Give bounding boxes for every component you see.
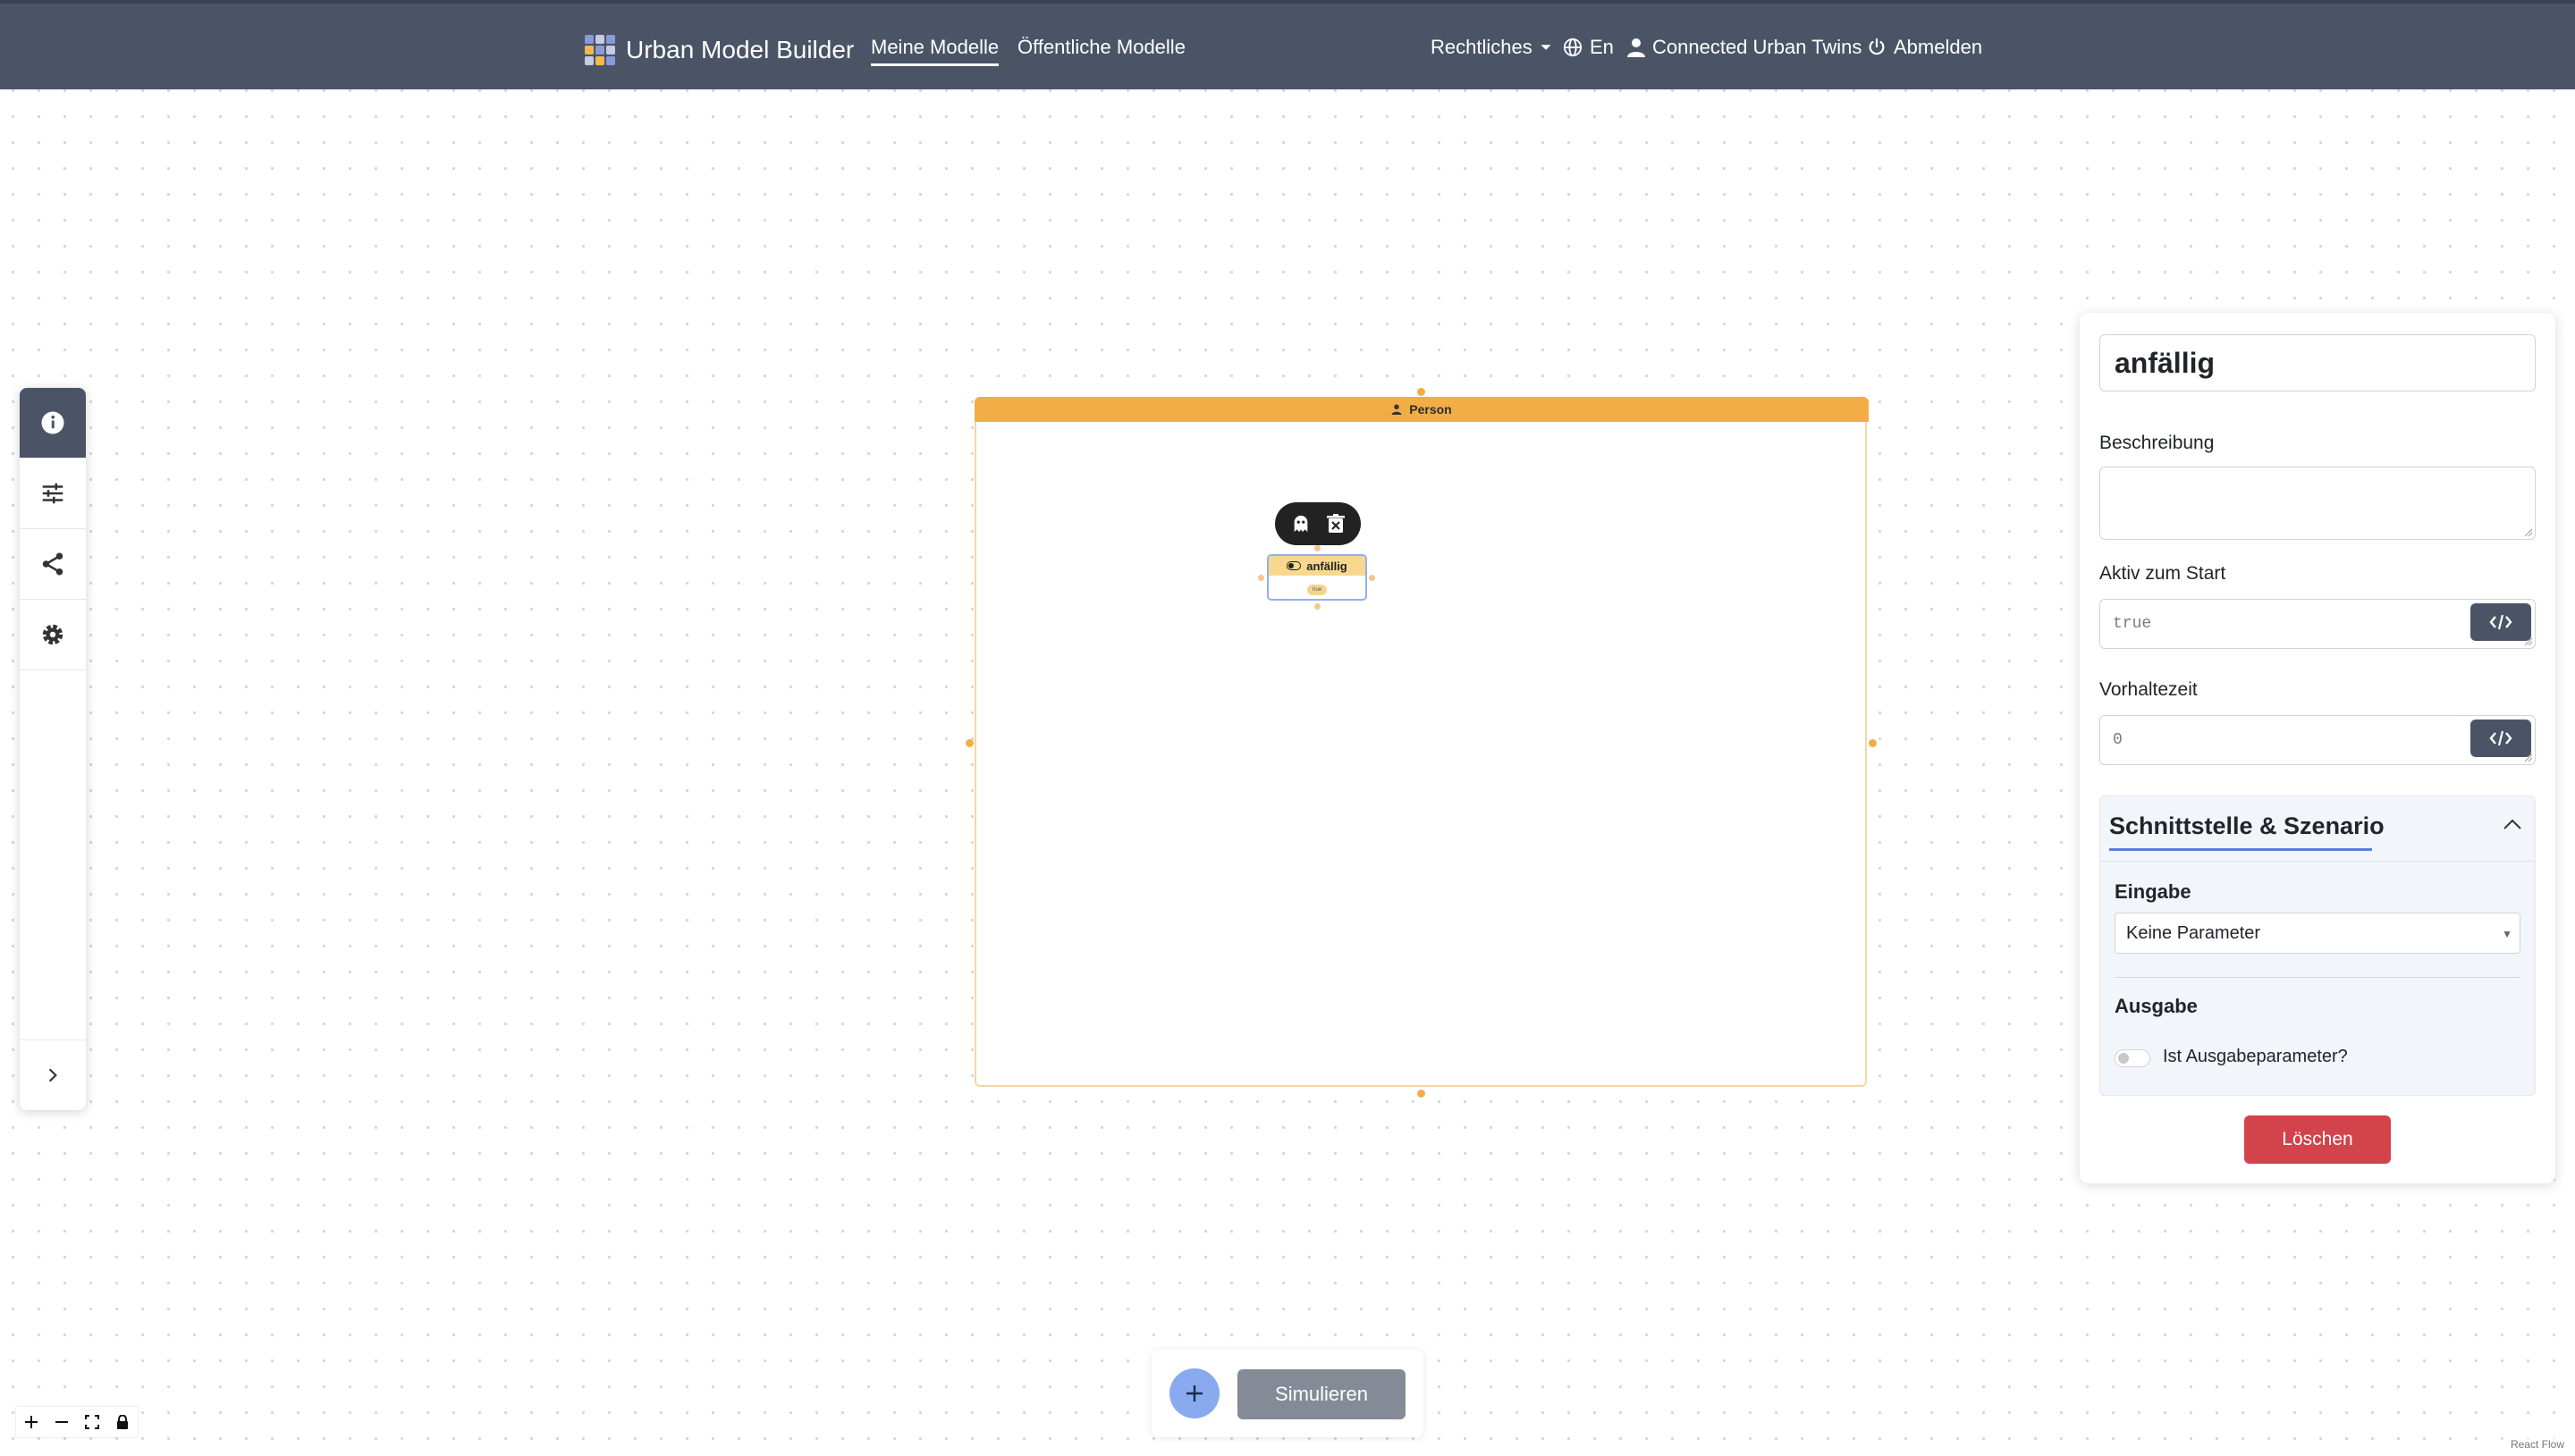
zoom-in-icon <box>25 1416 38 1428</box>
toggle-icon <box>1287 561 1302 570</box>
delay-code-editor-button[interactable] <box>2470 720 2531 757</box>
properties-panel: anfällig Beschreibung Aktiv zum Start tr… <box>2080 313 2555 1183</box>
share-tab-button[interactable] <box>20 529 86 600</box>
nav-link-oeffentliche-modelle[interactable]: Öffentliche Modelle <box>1017 36 1186 59</box>
caret-down-icon <box>1541 45 1551 50</box>
top-navbar: Urban Model Builder Meine Modelle Öffent… <box>0 0 2575 89</box>
nav-link-meine-modelle[interactable]: Meine Modelle <box>871 36 1000 66</box>
group-node-label: Person <box>1409 402 1452 417</box>
globe-icon <box>1563 38 1583 57</box>
group-handle-bottom[interactable] <box>1417 1090 1425 1098</box>
user-icon <box>1627 38 1645 57</box>
group-handle-top[interactable] <box>1417 388 1425 396</box>
group-handle-right[interactable] <box>1869 739 1877 747</box>
resize-grip-icon <box>2524 528 2532 536</box>
toolbar-expand-button[interactable] <box>20 1039 86 1110</box>
delay-field[interactable]: 0 <box>2099 715 2536 765</box>
accordion-title[interactable]: Schnittstelle & Szenario <box>2109 812 2385 840</box>
state-node-label: anfällig <box>1306 559 1347 573</box>
gear-icon <box>42 624 63 645</box>
logout-button[interactable]: Abmelden <box>1867 36 1982 59</box>
person-icon <box>1391 404 1402 415</box>
settings-tab-button[interactable] <box>20 600 86 670</box>
accordion-title-underline <box>2109 848 2372 851</box>
ghost-node-button[interactable] <box>1291 514 1311 534</box>
active-at-start-field[interactable]: true <box>2099 599 2536 649</box>
chevron-right-icon <box>48 1068 57 1082</box>
fit-view-icon <box>85 1415 99 1429</box>
chevron-up-icon[interactable] <box>2503 818 2522 830</box>
section-divider <box>2115 977 2520 978</box>
legal-dropdown[interactable]: Rechtliches <box>1431 36 1552 59</box>
active-at-start-value: true <box>2113 615 2152 633</box>
active-code-editor-button[interactable] <box>2470 603 2531 641</box>
input-parameter-select[interactable]: Keine Parameter ▼ <box>2115 913 2520 954</box>
left-toolbar <box>20 388 86 1110</box>
node-toolbar <box>1275 502 1361 545</box>
brand[interactable]: Urban Model Builder <box>585 30 854 70</box>
accordion-divider <box>2100 861 2535 862</box>
group-handle-left[interactable] <box>966 739 974 747</box>
delay-value: 0 <box>2113 731 2123 749</box>
state-node-anfaellig[interactable]: anfällig true <box>1267 554 1367 601</box>
info-icon <box>41 411 64 434</box>
delete-button[interactable]: Löschen <box>2244 1115 2391 1164</box>
legal-label: Rechtliches <box>1431 36 1532 58</box>
description-textarea[interactable] <box>2099 467 2536 540</box>
state-handle-left[interactable] <box>1258 575 1264 581</box>
ghost-icon <box>1294 515 1308 533</box>
input-parameter-selected: Keine Parameter <box>2126 922 2261 943</box>
caret-down-icon: ▼ <box>2502 928 2512 940</box>
fit-view-button[interactable] <box>77 1407 107 1437</box>
language-label: En <box>1590 36 1614 58</box>
share-icon <box>42 552 63 576</box>
lock-button[interactable] <box>107 1407 138 1437</box>
output-parameter-switch-label: Ist Ausgabeparameter? <box>2163 1047 2348 1066</box>
brand-name: Urban Model Builder <box>626 36 855 63</box>
user-name: Connected Urban Twins <box>1652 36 1862 58</box>
brand-logo-icon <box>585 35 615 65</box>
plus-icon <box>1186 1385 1203 1401</box>
info-tab-button[interactable] <box>20 388 86 459</box>
bottom-action-bar: Simulieren <box>1152 1350 1423 1437</box>
sliders-icon <box>42 483 63 504</box>
switch-knob <box>2118 1053 2129 1064</box>
output-parameter-switch[interactable] <box>2115 1049 2150 1067</box>
state-handle-top[interactable] <box>1314 545 1321 551</box>
parameters-tab-button[interactable] <box>20 459 86 529</box>
react-flow-attribution[interactable]: React Flow <box>2506 1436 2568 1452</box>
user-menu[interactable]: Connected Urban Twins <box>1627 36 1862 59</box>
resize-grip-icon <box>2524 637 2532 645</box>
output-label: Ausgabe <box>2115 995 2198 1017</box>
add-node-button[interactable] <box>1169 1368 1220 1418</box>
group-node-header[interactable]: Person <box>975 397 1869 422</box>
code-icon <box>2489 730 2512 746</box>
power-icon <box>1869 38 1885 55</box>
group-node-person[interactable]: Person <box>975 397 1869 1087</box>
interface-scenario-accordion: Schnittstelle & Szenario Eingabe Keine P… <box>2099 795 2536 1096</box>
flow-controls <box>16 1407 138 1437</box>
logout-label: Abmelden <box>1894 36 1983 58</box>
input-label: Eingabe <box>2115 880 2191 903</box>
state-node-badge: true <box>1307 585 1327 595</box>
delete-node-button[interactable] <box>1327 514 1345 534</box>
language-switch[interactable]: En <box>1563 36 1614 59</box>
state-handle-bottom[interactable] <box>1314 603 1321 610</box>
lock-icon <box>117 1415 128 1429</box>
zoom-out-icon <box>55 1421 68 1423</box>
state-node-header: anfällig <box>1269 556 1365 576</box>
active-at-start-label: Aktiv zum Start <box>2099 563 2226 584</box>
simulate-button[interactable]: Simulieren <box>1237 1369 1406 1419</box>
zoom-in-button[interactable] <box>16 1407 46 1437</box>
state-handle-right[interactable] <box>1369 575 1375 581</box>
code-icon <box>2489 614 2512 630</box>
name-input[interactable]: anfällig <box>2099 334 2536 391</box>
delete-icon <box>1327 514 1345 533</box>
description-label: Beschreibung <box>2099 433 2215 453</box>
delay-label: Vorhaltezeit <box>2099 679 2198 700</box>
zoom-out-button[interactable] <box>46 1407 77 1437</box>
resize-grip-icon <box>2524 753 2532 762</box>
